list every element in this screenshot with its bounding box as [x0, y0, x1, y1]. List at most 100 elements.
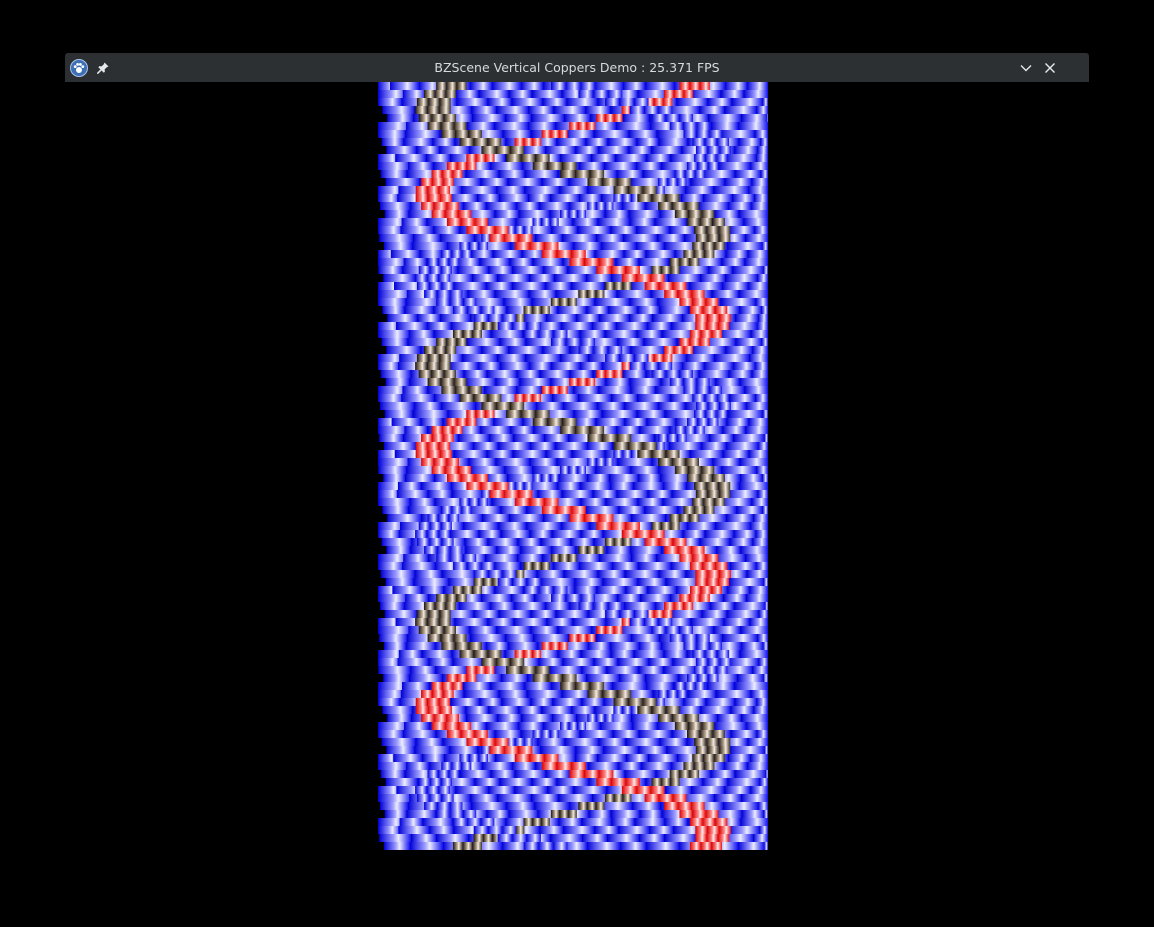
- copper-band: [439, 194, 452, 202]
- copper-band: [560, 170, 575, 178]
- copper-band: [659, 738, 687, 746]
- copper-band: [683, 378, 697, 386]
- copper-band: [509, 514, 544, 522]
- copper-band: [679, 298, 693, 306]
- copper-band: [378, 562, 404, 570]
- copper-band: [440, 234, 475, 242]
- copper-band: [490, 602, 514, 610]
- copper-band: [452, 842, 463, 850]
- copper-band: [701, 210, 715, 218]
- copper-band: [470, 82, 492, 90]
- copper-band: [621, 362, 631, 370]
- copper-band: [689, 450, 723, 458]
- copper-band: [595, 546, 605, 554]
- copper-band: [421, 586, 444, 594]
- copper-band: [734, 698, 757, 706]
- copper-band: [728, 754, 751, 762]
- copper-band: [650, 786, 665, 794]
- copper-band: [738, 122, 768, 130]
- copper-band: [522, 146, 546, 154]
- copper-band: [560, 426, 575, 434]
- copper-band: [470, 634, 506, 642]
- close-icon[interactable]: [1040, 58, 1060, 78]
- copper-band: [738, 210, 768, 218]
- copper-band: [390, 82, 419, 90]
- copper-band: [706, 226, 719, 234]
- copper-band: [541, 506, 557, 514]
- copper-band: [586, 290, 596, 298]
- copper-band: [651, 778, 661, 786]
- copper-band: [481, 146, 496, 154]
- copper-band: [473, 394, 488, 402]
- copper-band: [550, 194, 580, 202]
- chevron-down-icon[interactable]: [1016, 58, 1036, 78]
- copper-band: [732, 194, 755, 202]
- copper-band: [646, 154, 671, 162]
- copper-band: [540, 746, 576, 754]
- copper-band: [473, 578, 483, 586]
- copper-band: [568, 210, 578, 218]
- copper-band: [757, 146, 768, 154]
- copper-band: [380, 202, 410, 210]
- copper-band: [386, 546, 411, 554]
- copper-band: [550, 810, 560, 818]
- copper-band: [707, 418, 719, 426]
- copper-band: [606, 546, 631, 554]
- copper-band: [538, 658, 563, 666]
- copper-band: [741, 642, 763, 650]
- copper-band: [490, 770, 515, 778]
- copper-band: [433, 714, 447, 722]
- copper-band: [436, 338, 447, 346]
- copper-band: [738, 138, 761, 146]
- copper-band: [651, 266, 661, 274]
- copper-band: [625, 778, 640, 786]
- copper-band: [586, 122, 596, 130]
- copper-band: [446, 474, 461, 482]
- copper-band: [580, 650, 611, 658]
- copper-band: [520, 546, 552, 554]
- copper-band: [486, 722, 518, 730]
- copper-band: [695, 826, 708, 834]
- copper-band: [727, 586, 750, 594]
- copper-band: [429, 778, 441, 786]
- copper-band: [488, 706, 519, 714]
- copper-band: [597, 754, 627, 762]
- copper-band: [378, 162, 410, 170]
- copper-band: [563, 826, 595, 834]
- copper-band: [449, 298, 463, 306]
- copper-band: [378, 130, 406, 138]
- copper-band: [687, 218, 700, 226]
- copper-band: [651, 706, 666, 714]
- copper-band: [674, 210, 689, 218]
- copper-band: [456, 674, 467, 682]
- copper-band: [587, 842, 620, 850]
- copper-band: [642, 186, 657, 194]
- copper-band: [402, 562, 435, 570]
- copper-band: [576, 314, 600, 322]
- copper-band: [481, 490, 491, 498]
- copper-band: [748, 418, 768, 426]
- copper-band: [701, 170, 735, 178]
- copper-band: [439, 450, 452, 458]
- copper-band: [671, 458, 686, 466]
- copper-band: [453, 122, 467, 130]
- copper-band: [677, 290, 692, 298]
- copper-band: [605, 498, 638, 506]
- copper-band: [558, 474, 588, 482]
- window-titlebar[interactable]: BZScene Vertical Coppers Demo : 25.371 F…: [65, 53, 1089, 82]
- copper-band: [514, 498, 530, 506]
- copper-band: [580, 594, 595, 602]
- copper-band: [664, 602, 674, 610]
- copper-band: [439, 706, 452, 714]
- copper-band: [448, 194, 478, 202]
- copper-band: [648, 754, 678, 762]
- copper-band: [606, 666, 639, 674]
- copper-band: [383, 474, 406, 482]
- copper-band: [556, 506, 572, 514]
- copper-band: [408, 162, 433, 170]
- copper-band: [658, 362, 673, 370]
- copper-band: [660, 522, 671, 530]
- copper-band: [528, 194, 551, 202]
- copper-band: [518, 234, 533, 242]
- copper-band: [748, 450, 768, 458]
